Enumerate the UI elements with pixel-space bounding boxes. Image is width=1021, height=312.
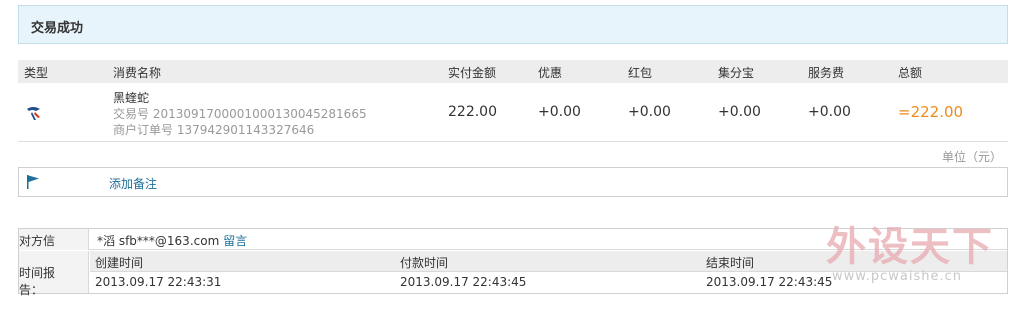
created-time: 2013.09.17 22:43:31 xyxy=(95,275,222,289)
flag-icon xyxy=(27,175,39,189)
add-remark-link[interactable]: 添加备注 xyxy=(109,175,157,192)
col-item-name: 消费名称 xyxy=(113,66,162,80)
end-time-header: 结束时间 xyxy=(706,256,755,270)
col-paid: 实付金额 xyxy=(448,66,497,80)
remark-bar: 添加备注 xyxy=(18,167,1008,197)
status-banner: 交易成功 xyxy=(18,5,1008,44)
col-type: 类型 xyxy=(24,66,49,80)
col-service-fee: 服务费 xyxy=(808,66,845,80)
taobao-logo-icon xyxy=(27,107,40,120)
created-time-header: 创建时间 xyxy=(95,256,144,270)
leave-message-link[interactable]: 留言 xyxy=(223,234,247,248)
table-row: 黑蝰蛇 交易号 2013091700001000130045281665 商户订… xyxy=(18,83,1008,142)
col-discount: 优惠 xyxy=(538,66,563,80)
table-header: 类型 消费名称 实付金额 优惠 红包 集分宝 服务费 总额 xyxy=(18,60,1008,83)
time-report-label: 时间报告： xyxy=(19,266,56,297)
discount-amount: +0.00 xyxy=(538,104,581,120)
total-amount: =222.00 xyxy=(898,103,964,121)
trade-number: 交易号 2013091700001000130045281665 xyxy=(113,107,367,121)
jifenbao-amount: +0.00 xyxy=(718,104,761,120)
paid-amount: 222.00 xyxy=(448,104,497,120)
status-title: 交易成功 xyxy=(31,21,84,36)
col-total: 总额 xyxy=(898,66,923,80)
time-report-label-cell: 时间报告： xyxy=(19,251,89,297)
col-jifenbao: 集分宝 xyxy=(718,66,755,80)
watermark: 外设天下 www.pcwaishe.cn xyxy=(822,214,1012,290)
service-fee-amount: +0.00 xyxy=(808,104,851,120)
end-time: 2013.09.17 22:43:45 xyxy=(706,275,833,289)
watermark-logo-text: 外设天下 xyxy=(826,224,994,270)
counterparty-info: *滔 sfb***@163.com 留言 xyxy=(97,232,247,249)
counterparty-name: *滔 sfb***@163.com xyxy=(97,234,220,248)
paid-time-header: 付款时间 xyxy=(400,256,449,270)
counterparty-label-cell: 对方信息： xyxy=(19,229,89,265)
item-name: 黑蝰蛇 xyxy=(113,91,150,105)
watermark-url: www.pcwaishe.cn xyxy=(832,269,962,284)
paid-time: 2013.09.17 22:43:45 xyxy=(400,275,527,289)
col-red-packet: 红包 xyxy=(628,66,653,80)
merchant-order-number: 商户订单号 137942901143327646 xyxy=(113,123,315,137)
unit-note: 单位（元） xyxy=(942,150,1003,164)
red-packet-amount: +0.00 xyxy=(628,104,671,120)
